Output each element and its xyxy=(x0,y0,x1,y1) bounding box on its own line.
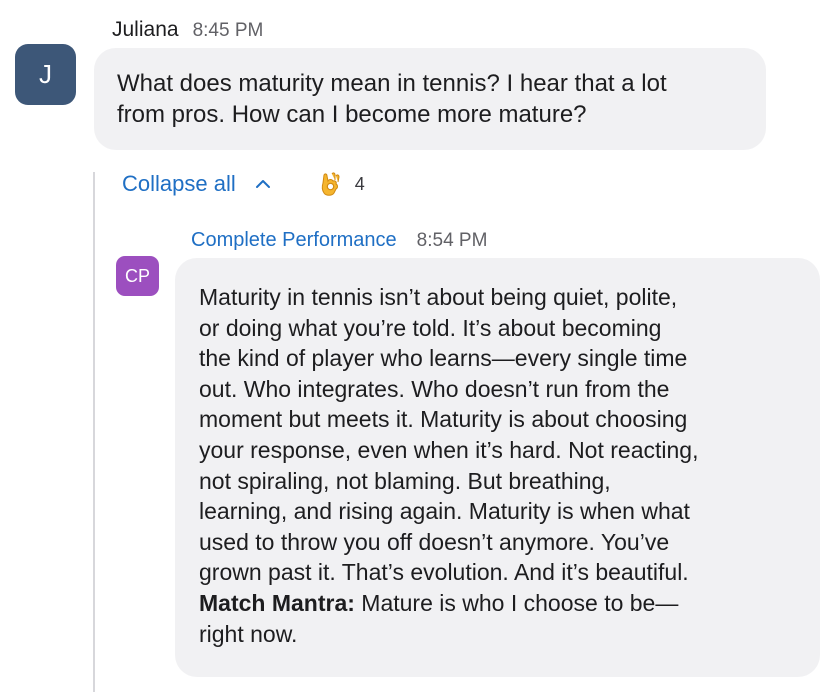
chevron-up-icon[interactable] xyxy=(254,177,272,191)
ok-hand-icon xyxy=(321,172,340,196)
thread-controls: Collapse all 4 xyxy=(122,171,365,197)
reply-avatar[interactable]: CP xyxy=(116,256,159,296)
thread-line xyxy=(93,172,95,692)
reply-bubble: Maturity in tennis isn’t about being qui… xyxy=(175,258,820,677)
avatar[interactable]: J xyxy=(15,44,76,105)
avatar-initial: J xyxy=(39,59,52,89)
sender-name[interactable]: Juliana xyxy=(112,18,179,42)
reaction-button[interactable]: 4 xyxy=(317,171,365,197)
reaction-count: 4 xyxy=(354,173,365,194)
match-mantra: Match Mantra: Mature is who I choose to … xyxy=(199,588,808,649)
reply-avatar-initials: CP xyxy=(124,265,150,286)
reply-sender-name[interactable]: Complete Performance xyxy=(191,229,397,252)
message-header: Juliana 8:45 PM xyxy=(112,18,263,42)
message-timestamp: 8:45 PM xyxy=(192,20,264,41)
reply-timestamp: 8:54 PM xyxy=(416,230,488,251)
message-bubble: What does maturity mean in tennis? I hea… xyxy=(94,48,766,150)
mantra-label: Match Mantra: xyxy=(199,589,355,616)
reply-header: Complete Performance 8:54 PM xyxy=(191,229,487,252)
collapse-all-link[interactable]: Collapse all xyxy=(122,171,236,197)
reply-body-text: Maturity in tennis isn’t about being qui… xyxy=(199,284,699,586)
